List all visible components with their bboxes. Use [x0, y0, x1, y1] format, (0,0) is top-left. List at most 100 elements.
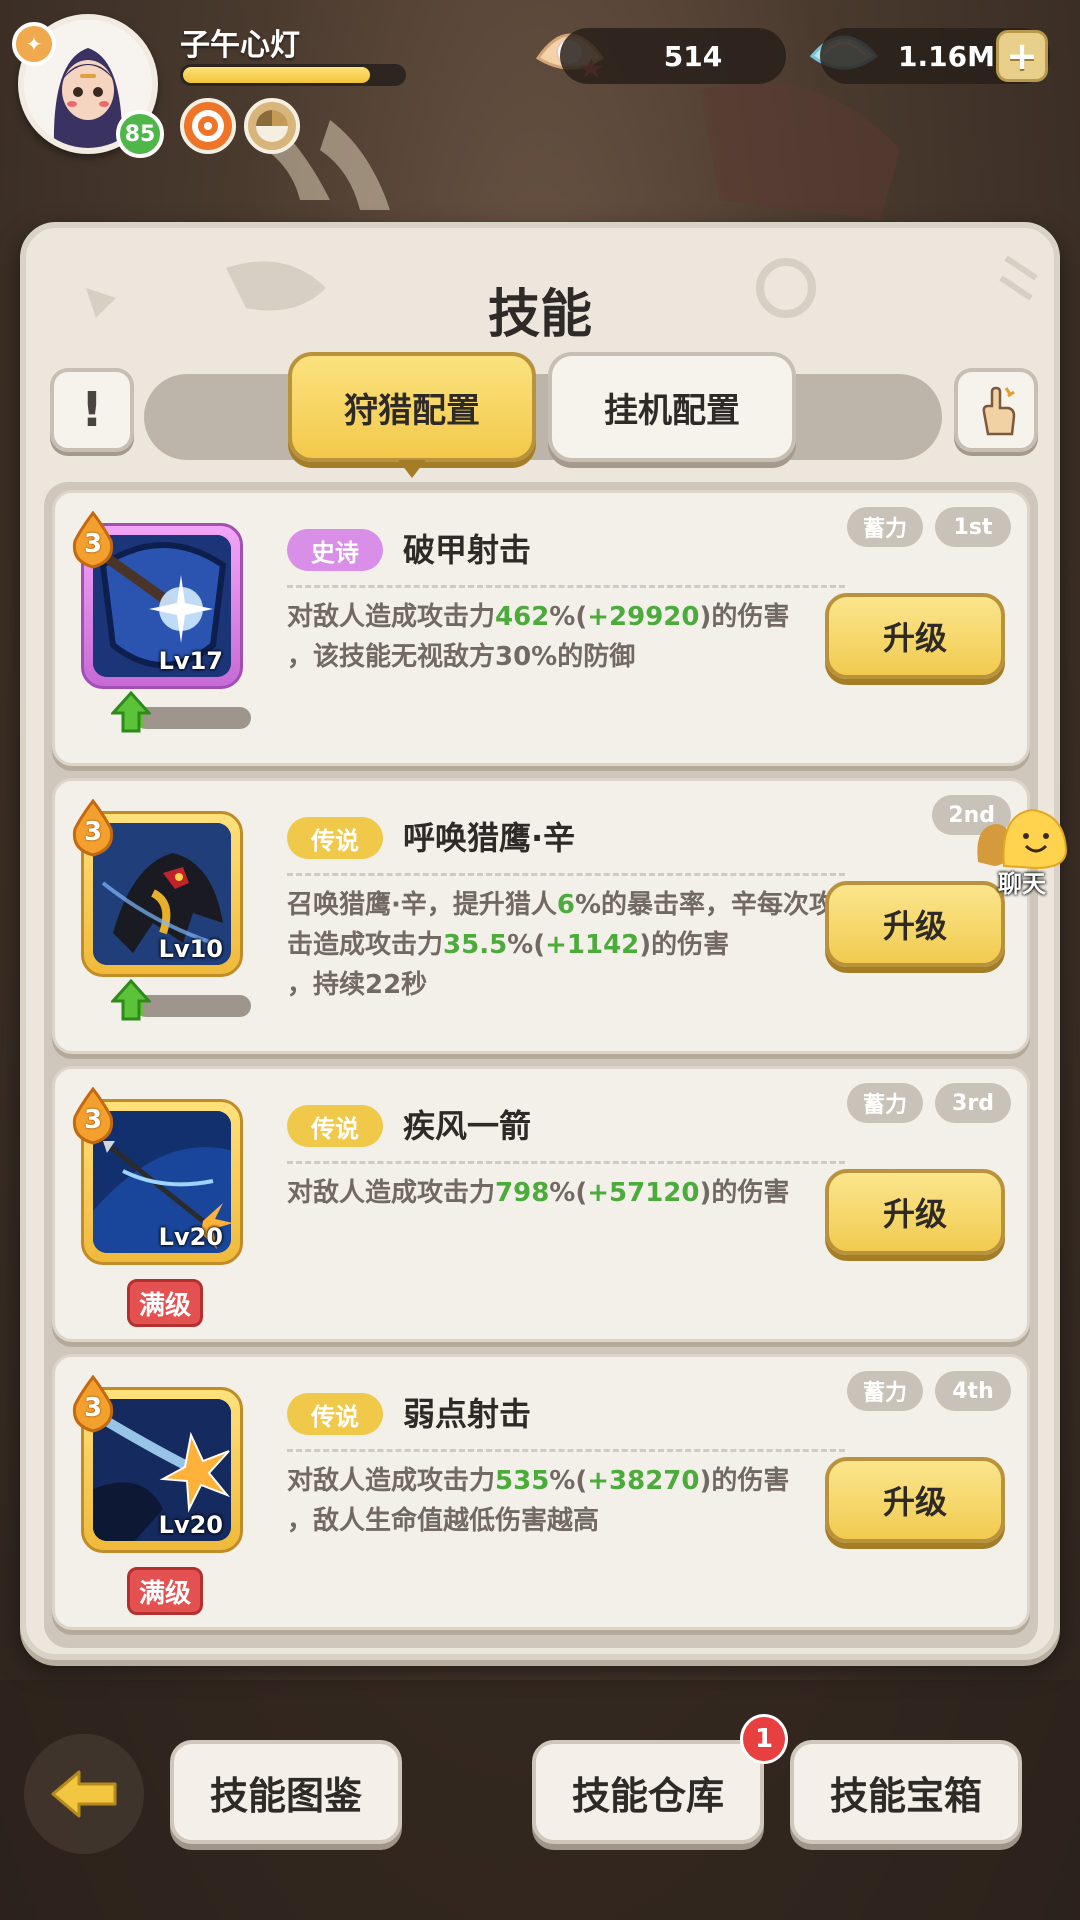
desc-text: %( — [549, 1466, 588, 1496]
skill-description: 对敌人造成攻击力798%(+57120)的伤害 — [287, 1173, 857, 1213]
chat-label: 聊天 — [998, 870, 1046, 898]
skill-name: 疾风一箭 — [403, 1107, 532, 1145]
desc-text: 对敌人造成攻击力 — [287, 602, 496, 632]
desc-text: ，持续22秒 — [287, 970, 428, 1000]
divider — [287, 1449, 845, 1452]
max-level-tag: 满级 — [127, 1567, 203, 1615]
desc-text: )的伤害 — [699, 1178, 790, 1208]
star-count: 3 — [83, 1393, 103, 1423]
skill-progress-bar — [135, 707, 251, 729]
desc-value: 798 — [495, 1178, 550, 1208]
player-exp-bar — [180, 64, 406, 86]
skill-progress — [111, 979, 251, 1021]
upgrade-button[interactable]: 升级 — [825, 593, 1005, 679]
desc-text: ，该技能无视敌方30%的防御 — [287, 642, 636, 672]
skill-tags: 蓄力 1st — [846, 507, 1011, 547]
skill-description: 对敌人造成攻击力462%(+29920)的伤害 ，该技能无视敌方30%的防御 — [287, 597, 857, 677]
desc-value: 535 — [495, 1466, 550, 1496]
desc-text: )的伤害 — [639, 930, 730, 960]
skills-panel: 技能 ! 狩猎配置 挂机配置 Lv17 3 史诗 破甲射击 对敌人造成攻击力46… — [20, 222, 1060, 1660]
skill-codex-button[interactable]: 技能图鉴 — [170, 1740, 402, 1844]
skill-chest-button[interactable]: 技能宝箱 — [790, 1740, 1022, 1844]
player-avatar[interactable]: ✦ 85 — [12, 14, 164, 158]
tab-idle-config[interactable]: 挂机配置 — [548, 352, 796, 462]
desc-text: %( — [549, 1178, 588, 1208]
gesture-button[interactable] — [954, 368, 1038, 452]
rarity-badge: 史诗 — [287, 529, 383, 571]
slot-tag: 1st — [935, 507, 1011, 547]
skill-card: Lv20 3 满级 传说 弱点射击 对敌人造成攻击力535%(+38270)的伤… — [52, 1354, 1030, 1630]
desc-text: ，敌人生命值越低伤害越高 — [287, 1506, 600, 1536]
pearl-currency: 514 — [560, 28, 786, 84]
desc-text: %( — [549, 602, 588, 632]
desc-text: 召唤猎鹰·辛，提升猎人 — [287, 890, 557, 920]
player-exp-fill — [183, 67, 370, 83]
skill-list: Lv17 3 史诗 破甲射击 对敌人造成攻击力462%(+29920)的伤害 ，该… — [44, 482, 1038, 1648]
buff-clock-icon[interactable] — [244, 98, 300, 154]
star-count: 3 — [83, 1105, 103, 1135]
skill-description: 召唤猎鹰·辛，提升猎人6%的暴击率，辛每次攻击造成攻击力35.5%(+1142)… — [287, 885, 857, 1005]
slot-tag: 3rd — [935, 1083, 1011, 1123]
desc-value: 35.5 — [443, 930, 508, 960]
skill-tags: 蓄力 4th — [846, 1371, 1011, 1411]
gem-amount: 1.16M — [898, 39, 995, 73]
info-button[interactable]: ! — [50, 368, 134, 452]
charge-tag: 蓄力 — [846, 1083, 923, 1123]
skill-card: Lv10 3 传说 呼唤猎鹰·辛 召唤猎鹰·辛，提升猎人6%的暴击率，辛每次攻击… — [52, 778, 1030, 1054]
skill-card: Lv20 3 满级 传说 疾风一箭 对敌人造成攻击力798%(+57120)的伤… — [52, 1066, 1030, 1342]
divider — [287, 1161, 845, 1164]
pearl-amount: 514 — [663, 39, 723, 73]
divider — [287, 873, 845, 876]
skill-level: Lv20 — [158, 1511, 223, 1539]
skill-progress — [111, 691, 251, 733]
upgrade-arrow-icon — [111, 979, 151, 1021]
desc-value: +1142 — [545, 930, 640, 960]
buff-chip-icon[interactable] — [180, 98, 236, 154]
desc-text: )的伤害 — [699, 1466, 790, 1496]
skill-level: Lv20 — [158, 1223, 223, 1251]
upgrade-button[interactable]: 升级 — [825, 1457, 1005, 1543]
notification-badge: 1 — [740, 1714, 788, 1764]
desc-value: 462 — [495, 602, 550, 632]
slot-tag: 4th — [935, 1371, 1011, 1411]
skill-warehouse-button[interactable]: 技能仓库 — [532, 1740, 764, 1844]
arrow-left-icon — [51, 1770, 117, 1818]
skill-description: 对敌人造成攻击力535%(+38270)的伤害 ，敌人生命值越低伤害越高 — [287, 1461, 857, 1541]
desc-value: +29920 — [587, 602, 700, 632]
back-button[interactable] — [24, 1734, 144, 1854]
skill-level: Lv17 — [158, 647, 223, 675]
player-level-badge: 85 — [116, 110, 164, 158]
desc-text: 对敌人造成攻击力 — [287, 1178, 496, 1208]
rarity-badge: 传说 — [287, 1105, 383, 1147]
upgrade-button[interactable]: 升级 — [825, 1169, 1005, 1255]
rarity-badge: 传说 — [287, 1393, 383, 1435]
plus-icon: + — [1006, 34, 1038, 78]
skill-name: 弱点射击 — [403, 1395, 532, 1433]
desc-value: +57120 — [587, 1178, 700, 1208]
desc-text: )的伤害 — [699, 602, 790, 632]
desc-text: 对敌人造成攻击力 — [287, 1466, 496, 1496]
tab-hunt-config[interactable]: 狩猎配置 — [288, 352, 536, 478]
player-name: 子午心灯 — [180, 28, 300, 63]
max-level-tag: 满级 — [127, 1279, 203, 1327]
exclamation-icon: ! — [81, 382, 103, 438]
charge-tag: 蓄力 — [846, 1371, 923, 1411]
add-currency-button[interactable]: + — [996, 30, 1048, 82]
skill-progress-bar — [135, 995, 251, 1017]
desc-text: %( — [507, 930, 546, 960]
rarity-badge: 传说 — [287, 817, 383, 859]
page-title: 技能 — [487, 285, 592, 345]
chat-mascot-icon — [977, 808, 1068, 870]
star-count: 3 — [83, 817, 103, 847]
desc-value: 6 — [556, 890, 575, 920]
upgrade-arrow-icon — [111, 691, 151, 733]
title-badge-icon: ✦ — [12, 22, 56, 66]
skill-name: 呼唤猎鹰·辛 — [403, 819, 576, 857]
skill-name: 破甲射击 — [403, 531, 532, 569]
chat-button[interactable]: 聊天 — [970, 806, 1074, 904]
star-count: 3 — [83, 529, 103, 559]
skill-card: Lv17 3 史诗 破甲射击 对敌人造成攻击力462%(+29920)的伤害 ，该… — [52, 490, 1030, 766]
hand-tap-icon — [982, 386, 1016, 436]
desc-value: +38270 — [587, 1466, 700, 1496]
divider — [287, 585, 845, 588]
